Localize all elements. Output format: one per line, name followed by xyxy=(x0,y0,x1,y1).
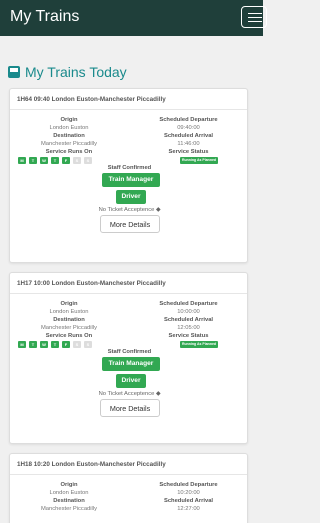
day-thu: T xyxy=(51,341,59,348)
arrival-value: 12:27:00 xyxy=(177,506,200,512)
departure-label: Scheduled Departure xyxy=(159,482,218,488)
destination-label: Destination xyxy=(53,317,85,323)
driver-button[interactable]: Driver xyxy=(116,374,146,388)
train-manager-button[interactable]: Train Manager xyxy=(102,173,160,187)
no-ticket-acceptance: No Ticket Acceptence ◆ xyxy=(98,391,161,397)
destination-label: Destination xyxy=(53,133,85,139)
more-details-button[interactable]: More Details xyxy=(100,215,160,233)
service-title: 1H17 10:00 London Euston-Manchester Picc… xyxy=(10,273,247,294)
status-badge: Running As Planned xyxy=(180,157,218,164)
destination-value: Manchester Piccadilly xyxy=(40,325,98,331)
arrival-value: 11:46:00 xyxy=(177,141,200,147)
departure-label: Scheduled Departure xyxy=(159,301,218,307)
day-sat: S xyxy=(73,341,81,348)
service-title: 1H64 09:40 London Euston-Manchester Picc… xyxy=(10,89,247,110)
service-card: 1H17 10:00 London Euston-Manchester Picc… xyxy=(9,272,248,444)
more-details-button[interactable]: More Details xyxy=(100,399,160,417)
destination-value: Manchester Piccadilly xyxy=(40,141,98,147)
origin-label: Origin xyxy=(60,301,78,307)
status-badge: Running As Planned xyxy=(180,341,218,348)
departure-value: 10:20:00 xyxy=(177,490,200,496)
driver-button[interactable]: Driver xyxy=(116,190,146,204)
service-title: 1H18 10:20 London Euston-Manchester Picc… xyxy=(10,454,247,475)
origin-label: Origin xyxy=(60,117,78,123)
train-manager-button[interactable]: Train Manager xyxy=(102,357,160,371)
page-heading: My Trains Today xyxy=(8,64,127,80)
service-days: M T W T F S S xyxy=(18,157,92,164)
day-mon: M xyxy=(18,157,26,164)
departure-label: Scheduled Departure xyxy=(159,117,218,123)
day-tue: T xyxy=(29,341,37,348)
day-sat: S xyxy=(73,157,81,164)
service-card: 1H64 09:40 London Euston-Manchester Picc… xyxy=(9,88,248,263)
day-fri: F xyxy=(62,157,70,164)
day-mon: M xyxy=(18,341,26,348)
day-sun: S xyxy=(84,157,92,164)
tag-icon: ◆ xyxy=(155,207,161,213)
tag-icon: ◆ xyxy=(155,391,161,397)
destination-label: Destination xyxy=(53,498,85,504)
train-icon xyxy=(8,66,20,78)
arrival-label: Scheduled Arrival xyxy=(163,498,214,504)
runs-on-label: Service Runs On xyxy=(45,333,93,339)
top-navbar: My Trains xyxy=(0,0,267,36)
origin-label: Origin xyxy=(60,482,78,488)
staff-confirmed-label: Staff Confirmed xyxy=(107,349,152,355)
arrival-value: 12:05:00 xyxy=(177,325,200,331)
day-thu: T xyxy=(51,157,59,164)
arrival-label: Scheduled Arrival xyxy=(163,317,214,323)
hamburger-icon xyxy=(248,13,262,14)
day-fri: F xyxy=(62,341,70,348)
day-tue: T xyxy=(29,157,37,164)
status-label: Service Status xyxy=(168,333,209,339)
departure-value: 10:00:00 xyxy=(177,309,200,315)
destination-value: Manchester Piccadilly xyxy=(40,506,98,512)
service-days: M T W T F S S xyxy=(18,341,92,348)
arrival-label: Scheduled Arrival xyxy=(163,133,214,139)
no-ticket-acceptance: No Ticket Acceptence ◆ xyxy=(98,207,161,213)
day-wed: W xyxy=(40,157,48,164)
day-sun: S xyxy=(84,341,92,348)
status-label: Service Status xyxy=(168,149,209,155)
origin-value: London Euston xyxy=(49,125,89,131)
service-card: 1H18 10:20 London Euston-Manchester Picc… xyxy=(9,453,248,523)
departure-value: 09:40:00 xyxy=(177,125,200,131)
menu-toggle-button[interactable] xyxy=(241,6,267,28)
day-wed: W xyxy=(40,341,48,348)
staff-confirmed-label: Staff Confirmed xyxy=(107,165,152,171)
page-heading-text: My Trains Today xyxy=(25,64,127,80)
origin-value: London Euston xyxy=(49,309,89,315)
origin-value: London Euston xyxy=(49,490,89,496)
app-title: My Trains xyxy=(10,8,80,25)
runs-on-label: Service Runs On xyxy=(45,149,93,155)
